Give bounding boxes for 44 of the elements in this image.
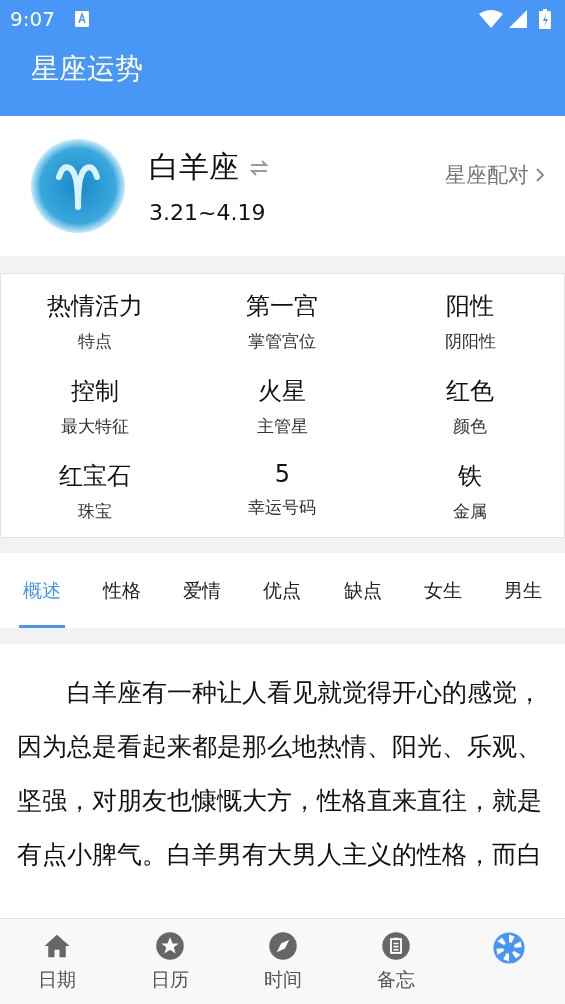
status-time: 9:07 xyxy=(10,7,55,31)
clipboard-icon xyxy=(380,931,411,961)
attribute-label: 金属 xyxy=(453,500,488,523)
attribute-label: 珠宝 xyxy=(77,500,112,523)
sign-name: 白羊座 xyxy=(149,148,239,186)
nav-item[interactable]: 日期 xyxy=(0,919,113,1004)
nav-item[interactable]: 备忘 xyxy=(339,919,452,1004)
compass-icon xyxy=(267,931,298,961)
page-title: 星座运势 xyxy=(30,51,144,87)
attribute-value: 5 xyxy=(274,460,291,488)
tab[interactable]: 缺点 xyxy=(339,553,386,628)
sign-dates: 3.21~4.19 xyxy=(149,200,267,225)
aries-emblem-icon xyxy=(31,139,125,233)
attribute-label: 主管星 xyxy=(257,415,308,438)
tab[interactable]: 男生 xyxy=(499,553,546,628)
battery-icon xyxy=(539,9,551,29)
tab[interactable]: 优点 xyxy=(259,553,306,628)
tab[interactable]: 爱情 xyxy=(179,553,226,628)
attribute-value: 红宝石 xyxy=(58,461,131,492)
attribute-label: 阴阳性 xyxy=(444,330,496,353)
tab[interactable]: 女生 xyxy=(419,553,466,628)
chevron-icon xyxy=(535,167,545,183)
attribute-value: 火星 xyxy=(258,376,307,407)
match-link[interactable]: 星座配对 xyxy=(445,161,545,189)
attribute-label: 颜色 xyxy=(453,415,488,438)
signal-icon xyxy=(509,10,527,28)
attribute-label: 特点 xyxy=(77,330,112,353)
attribute-value: 第一宫 xyxy=(246,291,319,322)
attribute-value: 阳性 xyxy=(446,291,495,322)
description-text: 白羊座有一种让人看见就觉得开心的感觉，因为总是看起来都是那么地热情、阳光、乐观、坚强，对朋友也慷慨大方，性格直来直往，就是有点小脾气。白羊男有大男人主义的性格，而白 xyxy=(17,677,543,871)
keyboard-icon xyxy=(74,11,89,27)
attribute-label: 最大特征 xyxy=(60,415,129,438)
attribute-value: 热情活力 xyxy=(46,291,143,322)
tab[interactable]: 性格 xyxy=(99,553,146,628)
attribute-value: 控制 xyxy=(70,376,119,407)
attribute-label: 幸运号码 xyxy=(248,496,317,519)
attribute-value: 红色 xyxy=(446,376,495,407)
attribute-label: 掌管宫位 xyxy=(248,330,317,353)
attribute-value: 铁 xyxy=(458,461,483,492)
nav-item[interactable]: 时间 xyxy=(226,919,339,1004)
aperture-icon xyxy=(491,931,526,965)
nav-item[interactable]: 日历 xyxy=(113,919,226,1004)
wifi-icon xyxy=(479,10,503,28)
switch-icon[interactable] xyxy=(249,159,269,176)
